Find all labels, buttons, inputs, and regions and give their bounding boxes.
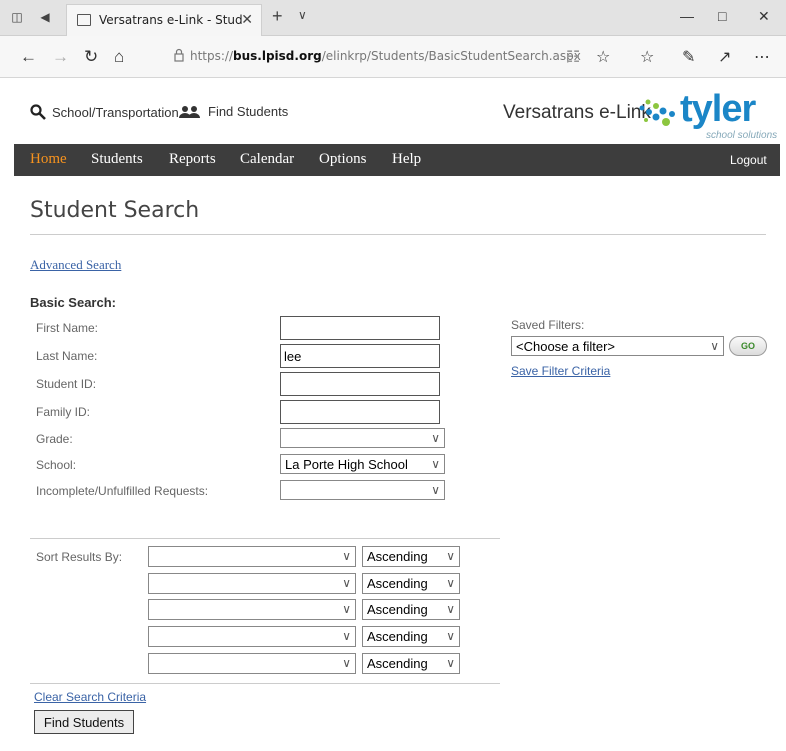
sort-order-select[interactable]: Ascending ∨ [362,599,460,620]
sort-divider-top [30,538,500,539]
address-toolbar: ← → ↻ ⌂ https://bus.lpisd.org/elinkrp/St… [0,36,786,78]
lock-icon [174,48,184,62]
chevron-down-icon[interactable]: ∨ [298,8,307,22]
chevron-down-icon: ∨ [342,549,351,563]
chevron-down-icon: ∨ [342,576,351,590]
brand-name: Versatrans e-Link [503,102,651,123]
sort-field-select[interactable]: ∨ [148,546,356,567]
sort-field-select[interactable]: ∨ [148,653,356,674]
tab-stack-icon[interactable]: ◫ [10,10,24,24]
menu-home[interactable]: Home [30,151,67,168]
chevron-down-icon: ∨ [446,576,455,590]
maximize-icon[interactable]: □ [718,8,726,24]
close-window-icon[interactable]: ✕ [758,8,770,25]
student-id-input[interactable] [280,372,440,396]
menu-help[interactable]: Help [392,151,421,168]
favorites-hub-icon[interactable]: ☆ [640,47,654,67]
saved-filter-select[interactable]: <Choose a filter> ∨ [511,336,724,356]
first-name-label: First Name: [36,321,99,335]
sort-field-select[interactable]: ∨ [148,599,356,620]
chevron-down-icon: ∨ [446,549,455,563]
menu-students[interactable]: Students [91,151,143,168]
reading-view-icon[interactable]: ☷ [566,47,580,67]
first-name-input[interactable] [280,316,440,340]
incomplete-requests-select[interactable]: ∨ [280,480,445,500]
chevron-down-icon: ∨ [446,656,455,670]
browser-tab[interactable]: Versatrans e-Link - Stud ✕ [66,4,262,36]
grade-select[interactable]: ∨ [280,428,445,448]
grade-label: Grade: [36,432,73,446]
plus-icon[interactable]: + [272,6,283,27]
find-students-link[interactable]: Find Students [178,104,288,119]
share-icon[interactable]: ↗ [718,47,731,67]
page-icon [77,14,91,26]
chevron-down-icon: ∨ [342,656,351,670]
chevron-down-icon: ∨ [431,457,440,471]
school-transport-link[interactable]: School/Transportation [30,104,179,120]
chevron-down-icon: ∨ [431,483,440,497]
tab-aside-icon[interactable]: ◀ [38,10,52,24]
minimize-icon[interactable]: — [680,8,694,24]
page-title: Student Search [30,198,200,223]
school-label: School: [36,458,77,472]
family-id-input[interactable] [280,400,440,424]
search-icon [30,104,46,120]
main-menu: Home Students Reports Calendar Options H… [14,144,780,176]
close-icon[interactable]: ✕ [241,11,253,28]
tyler-logo-sub: school solutions [706,130,778,141]
url-field[interactable]: https://bus.lpisd.org/elinkrp/Students/B… [190,49,581,63]
sort-order-select[interactable]: Ascending ∨ [362,546,460,567]
forward-icon[interactable]: → [52,47,69,67]
pen-icon[interactable]: ✎ [682,47,695,67]
family-id-label: Family ID: [36,405,90,419]
basic-search-heading: Basic Search: [30,295,116,310]
sort-divider-bottom [30,683,500,684]
menu-reports[interactable]: Reports [169,151,216,168]
sort-order-select[interactable]: Ascending ∨ [362,653,460,674]
save-filter-link[interactable]: Save Filter Criteria [511,364,610,378]
favorite-star-icon[interactable]: ☆ [596,47,610,67]
chevron-down-icon: ∨ [342,602,351,616]
chevron-down-icon: ∨ [342,629,351,643]
tyler-dots-logo-icon [639,99,675,126]
tyler-logo: tyler [680,88,756,130]
go-button[interactable]: GO [729,336,767,356]
home-icon[interactable]: ⌂ [114,47,124,67]
incomplete-requests-label: Incomplete/Unfulfilled Requests: [36,484,209,498]
student-id-label: Student ID: [36,377,97,391]
sort-field-select[interactable]: ∨ [148,626,356,647]
saved-filters-label: Saved Filters: [511,318,585,332]
menu-options[interactable]: Options [319,151,367,168]
chevron-down-icon: ∨ [431,431,440,445]
sort-order-select[interactable]: Ascending ∨ [362,573,460,594]
browser-tab-bar: ◫ ◀ Versatrans e-Link - Stud ✕ + ∨ — □ ✕ [0,0,786,36]
sort-order-select[interactable]: Ascending ∨ [362,626,460,647]
app-header: School/Transportation Find Students Vers… [0,78,786,144]
school-select[interactable]: La Porte High School ∨ [280,454,445,474]
chevron-down-icon: ∨ [710,339,719,353]
back-icon[interactable]: ← [20,47,37,67]
last-name-input[interactable]: lee [280,344,440,368]
tab-title: Versatrans e-Link - Stud [99,13,243,27]
clear-search-link[interactable]: Clear Search Criteria [34,690,146,704]
sort-results-label: Sort Results By: [36,550,123,564]
sort-field-select[interactable]: ∨ [148,573,356,594]
refresh-icon[interactable]: ↻ [84,47,98,67]
more-icon[interactable]: ⋯ [754,47,770,67]
chevron-down-icon: ∨ [446,629,455,643]
chevron-down-icon: ∨ [446,602,455,616]
menu-calendar[interactable]: Calendar [240,151,294,168]
title-divider [30,234,766,235]
find-students-button[interactable]: Find Students [34,710,134,734]
logout-link[interactable]: Logout [730,153,767,167]
advanced-search-link[interactable]: Advanced Search [30,257,121,273]
users-icon [179,105,200,118]
last-name-label: Last Name: [36,349,98,363]
